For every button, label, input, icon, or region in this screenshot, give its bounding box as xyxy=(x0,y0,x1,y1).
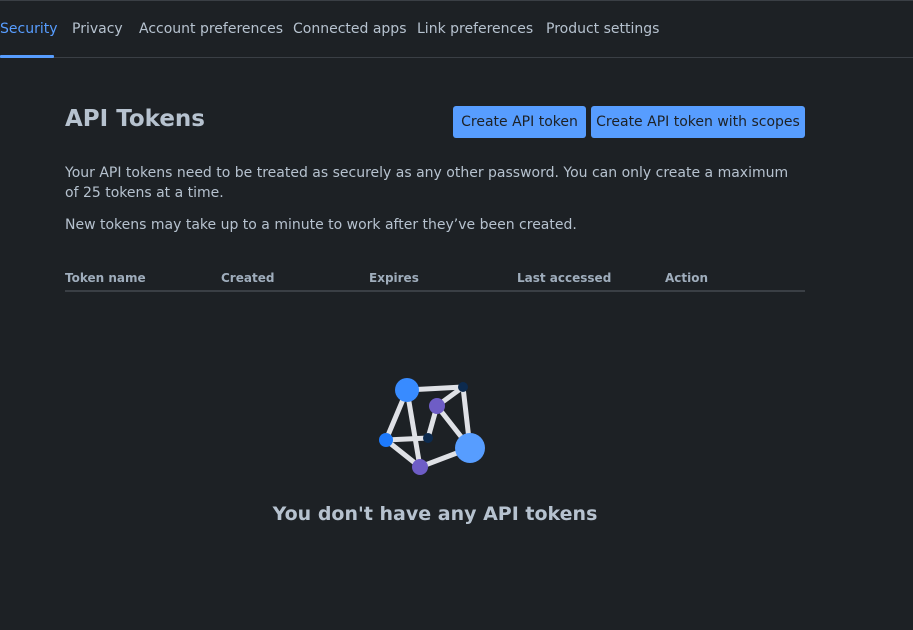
description-token-security: Your API tokens need to be treated as se… xyxy=(65,165,789,201)
description-token-delay: New tokens may take up to a minute to wo… xyxy=(65,217,577,233)
tab-privacy[interactable]: Privacy xyxy=(72,1,123,57)
column-action: Action xyxy=(665,271,709,285)
column-created[interactable]: Created xyxy=(221,271,274,285)
create-api-token-button[interactable]: Create API token xyxy=(453,106,586,138)
tab-connected-apps[interactable]: Connected apps xyxy=(293,1,406,57)
tab-security[interactable]: Security xyxy=(0,1,58,57)
network-graph-icon xyxy=(379,378,485,475)
table-header-divider xyxy=(65,290,805,292)
column-last-accessed[interactable]: Last accessed xyxy=(517,271,611,285)
settings-tabs: Security Privacy Account preferences Con… xyxy=(0,1,913,58)
page-title: API Tokens xyxy=(65,106,205,132)
tab-link-preferences[interactable]: Link preferences xyxy=(417,1,533,57)
tab-product-settings[interactable]: Product settings xyxy=(546,1,659,57)
empty-state-message: You don't have any API tokens xyxy=(272,503,598,525)
create-api-token-with-scopes-button[interactable]: Create API token with scopes xyxy=(591,106,805,138)
column-expires[interactable]: Expires xyxy=(369,271,419,285)
column-token-name[interactable]: Token name xyxy=(65,271,146,285)
tab-account-preferences[interactable]: Account preferences xyxy=(139,1,283,57)
active-tab-indicator xyxy=(0,55,54,58)
